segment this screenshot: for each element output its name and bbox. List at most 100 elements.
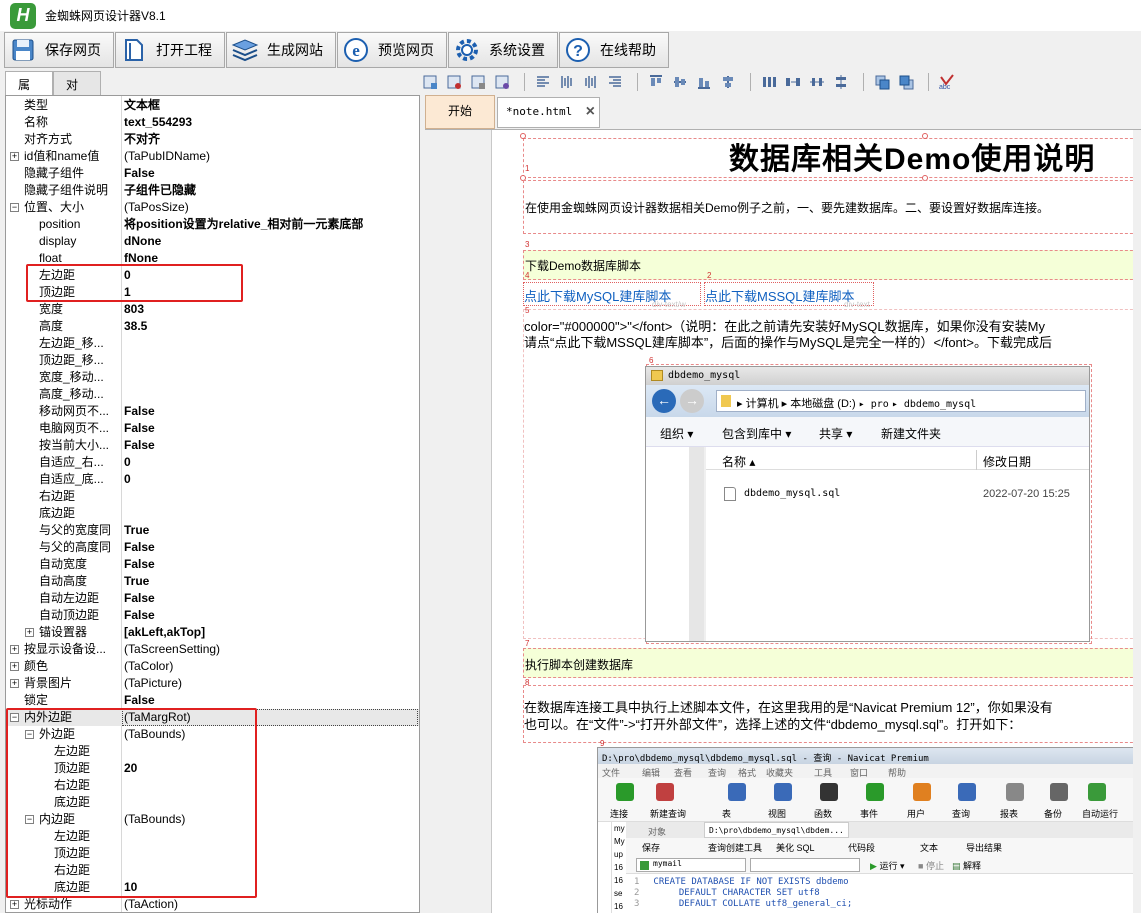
property-row[interactable]: 左边距_移... xyxy=(6,335,419,352)
property-row[interactable]: + 光标动作 (TaAction) xyxy=(6,896,419,912)
explain-button[interactable]: ▤ 解释 xyxy=(952,859,981,872)
tab-properties[interactable]: 属性 xyxy=(5,71,53,109)
section-exec-script-text[interactable]: 执行脚本创建数据库 xyxy=(525,656,633,673)
intro-text[interactable]: 在使用金蜘蛛网页设计器数据相关Demo例子之前，一、要先建数据库。二、要设置好数… xyxy=(525,199,1049,216)
query-toolbar-button[interactable]: 保存 xyxy=(642,841,660,854)
property-value[interactable]: (TaColor) xyxy=(124,658,173,675)
property-value[interactable]: [akLeft,akTop] xyxy=(124,624,205,641)
address-path[interactable]: ▸ 计算机 ▸ 本地磁盘 (D:) ▸ pro ▸ dbdemo_mysql xyxy=(716,390,1086,412)
property-value[interactable]: False xyxy=(124,556,155,573)
expand-icon[interactable]: + xyxy=(10,679,19,688)
tree-node[interactable]: se xyxy=(614,889,622,898)
property-value[interactable]: False xyxy=(124,420,155,437)
property-value[interactable]: False xyxy=(124,692,155,709)
path-crumb-2[interactable]: ▸ pro xyxy=(859,399,889,410)
property-value[interactable]: (TaPicture) xyxy=(124,675,182,692)
file-row[interactable]: dbdemo_mysql.sql 2022-07-20 15:25 xyxy=(706,485,1089,503)
delete-element-icon[interactable] xyxy=(444,73,464,91)
property-value[interactable]: 不对齐 xyxy=(124,131,160,148)
property-row[interactable]: 底边距 xyxy=(6,505,419,522)
property-value[interactable]: 文本框 xyxy=(124,97,160,114)
property-value[interactable]: 803 xyxy=(124,301,144,318)
col-date[interactable]: 修改日期 xyxy=(983,453,1031,470)
ribbon-button[interactable]: 连接 xyxy=(610,807,628,820)
run-button[interactable]: ▶ 运行 ▾ xyxy=(870,859,904,872)
property-value[interactable]: True xyxy=(124,522,149,539)
space-horizontal-icon[interactable] xyxy=(783,73,803,91)
spellcheck-icon[interactable]: abc xyxy=(937,73,957,91)
stop-button[interactable]: ■ 停止 xyxy=(918,859,944,872)
resize-handle[interactable] xyxy=(520,133,526,139)
query-toolbar-button[interactable]: 美化 SQL xyxy=(776,841,815,854)
same-height-icon[interactable] xyxy=(759,73,779,91)
align-vcenter-icon[interactable] xyxy=(670,73,690,91)
page-heading[interactable]: 数据库相关Demo使用说明 xyxy=(729,134,1095,178)
property-value[interactable]: False xyxy=(124,165,155,182)
property-value[interactable]: (TaPosSize) xyxy=(124,199,189,216)
property-row[interactable]: 与父的高度同 False xyxy=(6,539,419,556)
property-row[interactable]: 电脑网页不... False xyxy=(6,420,419,437)
query-toolbar-button[interactable]: 导出结果 xyxy=(966,841,1002,854)
property-row[interactable]: 自动左边距 False xyxy=(6,590,419,607)
cmd-include-library[interactable]: 包含到库中 ▾ xyxy=(722,425,791,442)
property-row[interactable]: − 位置、大小 (TaPosSize) xyxy=(6,199,419,216)
tab-objects-navicat[interactable]: 对象 xyxy=(648,825,666,838)
send-back-icon[interactable] xyxy=(896,73,916,91)
open-project-button[interactable]: 打开工程 xyxy=(115,32,225,68)
nav-pane-scrollbar[interactable] xyxy=(689,447,704,641)
close-tab-icon[interactable]: × xyxy=(586,98,595,126)
property-value[interactable]: False xyxy=(124,539,155,556)
property-row[interactable]: 高度_移动... xyxy=(6,386,419,403)
property-value[interactable]: 0 xyxy=(124,454,131,471)
ribbon-button[interactable]: 函数 xyxy=(814,807,832,820)
paste-element-icon[interactable] xyxy=(492,73,512,91)
design-canvas[interactable]: 数据库相关Demo使用说明 1 在使用金蜘蛛网页设计器数据相关Demo例子之前，… xyxy=(425,129,1141,913)
property-row[interactable]: 自适应_右... 0 xyxy=(6,454,419,471)
path-crumb-3[interactable]: ▸ dbdemo_mysql xyxy=(892,399,976,410)
property-row[interactable]: 自动高度 True xyxy=(6,573,419,590)
expand-icon[interactable]: + xyxy=(10,645,19,654)
ribbon-button[interactable]: 视图 xyxy=(768,807,786,820)
ribbon-button[interactable]: 查询 xyxy=(952,807,970,820)
connection-select[interactable]: mymail xyxy=(636,858,746,872)
tree-node[interactable]: My xyxy=(614,837,625,846)
query-toolbar-button[interactable]: 查询创建工具 xyxy=(708,841,762,854)
tab-objects[interactable]: 对象 xyxy=(53,71,101,109)
property-row[interactable]: 按当前大小... False xyxy=(6,437,419,454)
ribbon-button[interactable]: 表 xyxy=(722,807,731,820)
mssql-download-link[interactable]: 点此下载MSSQL建库脚本 xyxy=(705,286,855,305)
ribbon-button[interactable]: 事件 xyxy=(860,807,878,820)
section-download-script-text[interactable]: 下载Demo数据库脚本 xyxy=(525,257,641,274)
ribbon-button[interactable]: 新建查询 xyxy=(650,807,686,820)
property-row[interactable]: + 锚设置器 [akLeft,akTop] xyxy=(6,624,419,641)
property-row[interactable]: 与父的宽度同 True xyxy=(6,522,419,539)
system-settings-button[interactable]: 系统设置 xyxy=(448,32,558,68)
property-value[interactable]: (TaScreenSetting) xyxy=(124,641,220,658)
tab-query-navicat[interactable]: D:\pro\dbdemo_mysql\dbdem... xyxy=(704,822,849,838)
property-value[interactable]: text_554293 xyxy=(124,114,192,131)
sql-editor[interactable]: 1 CREATE DATABASE IF NOT EXISTS dbdemo 2 … xyxy=(626,874,1141,913)
align-bottom-icon[interactable] xyxy=(694,73,714,91)
space-vertical-icon[interactable] xyxy=(831,73,851,91)
preview-page-button[interactable]: e 预览网页 xyxy=(337,32,447,68)
property-value[interactable]: False xyxy=(124,590,155,607)
property-row[interactable]: + 背景图片 (TaPicture) xyxy=(6,675,419,692)
property-row[interactable]: 右边距 xyxy=(6,488,419,505)
property-value[interactable]: (TaPubIDName) xyxy=(124,148,210,165)
col-name[interactable]: 名称 ▴ xyxy=(722,453,755,470)
generate-site-button[interactable]: 生成网站 xyxy=(226,32,336,68)
property-value[interactable]: 0 xyxy=(124,471,131,488)
path-crumb-0[interactable]: ▸ 计算机 xyxy=(737,398,779,410)
ribbon-button[interactable]: 备份 xyxy=(1044,807,1062,820)
align-top-icon[interactable] xyxy=(646,73,666,91)
tree-node[interactable]: 16 xyxy=(614,902,623,911)
property-row[interactable]: 宽度 803 xyxy=(6,301,419,318)
mysql-download-link[interactable]: 点此下载MySQL建库脚本 xyxy=(524,286,671,305)
query-toolbar-button[interactable]: 文本 xyxy=(920,841,938,854)
expand-icon[interactable]: + xyxy=(10,900,19,909)
save-page-button[interactable]: 保存网页 xyxy=(4,32,114,68)
property-row[interactable]: + 颜色 (TaColor) xyxy=(6,658,419,675)
property-value[interactable]: 将position设置为relative_相对前一元素底部 xyxy=(124,216,363,233)
property-row[interactable]: 对齐方式 不对齐 xyxy=(6,131,419,148)
property-value[interactable]: True xyxy=(124,573,149,590)
